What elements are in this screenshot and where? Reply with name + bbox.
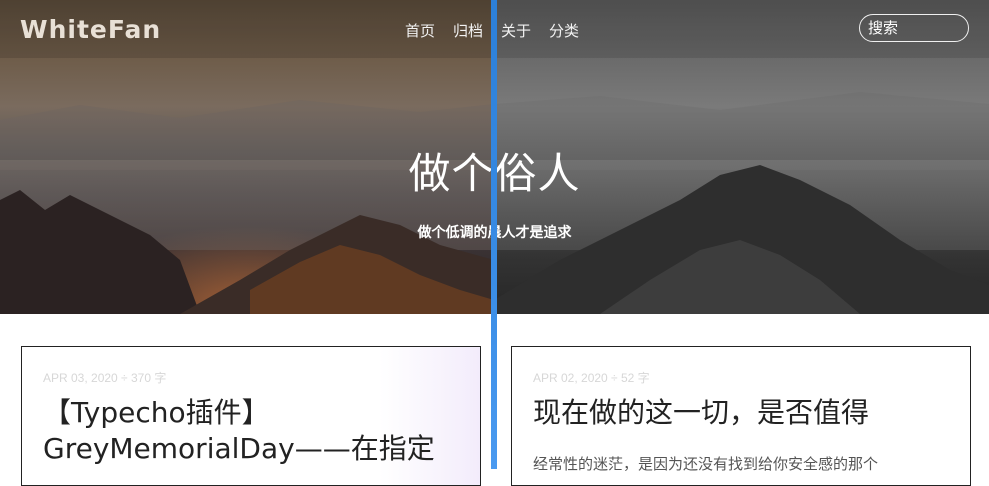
post-title-link[interactable]: 现在做的这一切，是否值得 — [533, 395, 953, 431]
post-excerpt: 经常性的迷茫，是因为还没有找到给你安全感的那个 — [533, 456, 879, 473]
search-input[interactable] — [859, 14, 969, 42]
post-meta: APR 03, 2020 ÷ 370 字 — [43, 371, 167, 385]
post-meta: APR 02, 2020 ÷ 52 字 — [533, 371, 650, 385]
post-card[interactable]: APR 02, 2020 ÷ 52 字 现在做的这一切，是否值得 经常性的迷茫，… — [511, 346, 971, 486]
post-card[interactable]: APR 03, 2020 ÷ 370 字 【Typecho插件】GreyMemo… — [21, 346, 481, 486]
nav-item-categories[interactable]: 分类 — [549, 20, 579, 41]
nav-item-archive[interactable]: 归档 — [453, 20, 483, 41]
nav-item-home[interactable]: 首页 — [405, 20, 435, 41]
post-title-link[interactable]: 【Typecho插件】GreyMemorialDay——在指定 — [43, 395, 463, 467]
comparison-divider — [491, 0, 497, 469]
site-logo[interactable]: WhiteFan — [20, 15, 161, 44]
nav-item-about[interactable]: 关于 — [501, 20, 531, 41]
